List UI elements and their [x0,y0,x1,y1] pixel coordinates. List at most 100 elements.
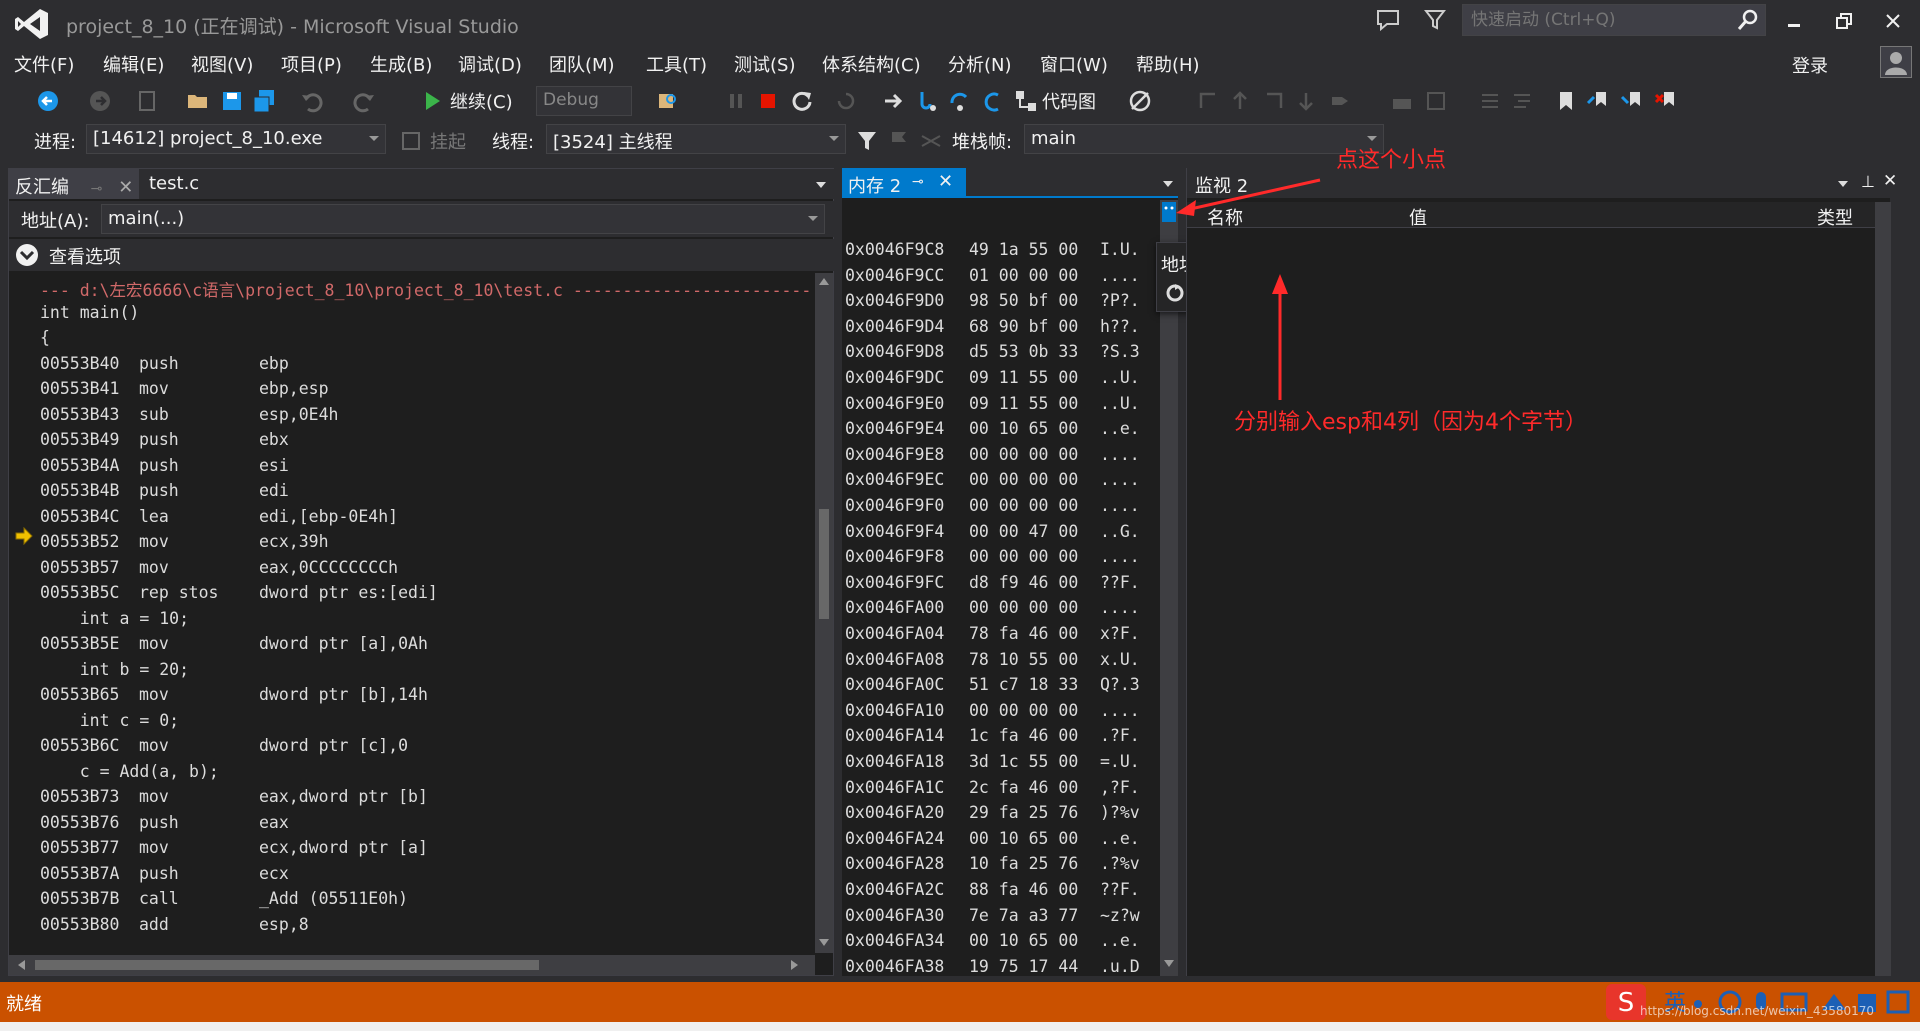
tab-memory-2[interactable]: 内存 2 ⊸ ✕ [842,168,966,198]
step-into-icon[interactable] [914,89,938,113]
scroll-thumb[interactable] [819,509,829,619]
toolbar-disabled-3-icon[interactable] [1262,89,1286,113]
toolbar-disabled-4-icon[interactable] [1294,89,1318,113]
find-in-files-icon[interactable] [656,89,680,113]
show-next-statement-icon[interactable] [882,89,906,113]
restore-button[interactable] [1821,6,1867,36]
memory-toolbar-toggle-button[interactable] [1162,202,1176,222]
tab-test-c[interactable]: test.c [143,169,205,199]
undo-icon[interactable] [300,89,324,113]
previous-bookmark-icon[interactable] [1586,89,1610,113]
quick-launch-input[interactable] [1471,8,1721,32]
menu-analyze[interactable]: 分析(N) [948,51,1012,77]
scroll-down-icon[interactable] [819,939,829,947]
menu-edit[interactable]: 编辑(E) [103,51,164,77]
menu-architecture[interactable]: 体系结构(C) [822,51,921,77]
thread-combo[interactable]: [3524] 主线程 [546,124,846,154]
navigate-back-icon[interactable] [36,89,60,113]
menu-project[interactable]: 项目(P) [281,51,342,77]
toolbar-disabled-5-icon[interactable] [1328,89,1352,113]
pin-icon[interactable]: ⊸ [912,174,924,190]
flag-threads-icon[interactable] [888,130,910,152]
diagnostic-tools-icon[interactable] [1128,89,1152,113]
pin-icon[interactable]: ⊥ [1861,172,1875,191]
step-over-icon[interactable] [948,89,972,113]
code-map-label[interactable]: 代码图 [1042,88,1096,114]
toolbar-disabled-1-icon[interactable] [1196,89,1220,113]
sign-in-link[interactable]: 登录 [1792,52,1828,78]
watch-vertical-scrollbar[interactable] [1875,202,1891,976]
menu-view[interactable]: 视图(V) [191,51,253,77]
show-threads-icon[interactable] [920,130,942,152]
filter-icon[interactable] [856,130,878,152]
save-all-icon[interactable] [252,89,276,113]
menu-window[interactable]: 窗口(W) [1040,51,1108,77]
suspend-label[interactable]: 挂起 [430,128,466,154]
new-project-icon[interactable] [136,89,160,113]
uncomment-icon[interactable] [1510,89,1534,113]
restart-icon[interactable] [790,89,814,113]
continue-debug-icon[interactable] [420,89,444,113]
account-avatar[interactable] [1880,46,1912,78]
next-bookmark-icon[interactable] [1620,89,1644,113]
toolbar-disabled-2-icon[interactable] [1228,89,1252,113]
save-icon[interactable] [220,89,244,113]
menu-help[interactable]: 帮助(H) [1136,51,1200,77]
scroll-right-icon[interactable] [791,960,799,970]
pin-icon[interactable]: ⊸ [91,181,103,197]
stack-frame-combo[interactable]: main [1024,124,1384,154]
column-type[interactable]: 类型 [1817,204,1853,230]
close-tab-icon[interactable]: ✕ [938,171,953,192]
tab-list-dropdown-icon[interactable] [815,181,827,189]
comment-out-icon[interactable] [1478,89,1502,113]
panel-menu-icon[interactable] [1837,180,1849,188]
code-vertical-scrollbar[interactable] [815,273,833,953]
scroll-left-icon[interactable] [17,960,25,970]
reevaluate-icon[interactable] [1165,283,1185,303]
scroll-down-icon[interactable] [1164,960,1174,968]
close-tab-icon[interactable]: ✕ [118,177,133,198]
navigate-forward-icon[interactable] [88,89,112,113]
tab-disassembly[interactable]: 反汇编 ⊸ ✕ [9,169,140,199]
clear-bookmarks-icon[interactable] [1654,89,1678,113]
expand-collapse-icon[interactable] [15,243,39,267]
continue-button-label[interactable]: 继续(C) [450,88,513,114]
solution-configuration-combo[interactable]: Debug [536,86,632,116]
apply-code-changes-icon[interactable] [834,89,858,113]
suspend-icon[interactable] [402,132,420,150]
search-icon[interactable] [1737,9,1759,31]
notification-filter-icon[interactable] [1424,8,1446,32]
bookmark-icon[interactable] [1554,89,1578,113]
scroll-up-icon[interactable] [819,277,829,285]
panel-menu-icon[interactable] [1162,180,1174,188]
close-window-button[interactable] [1870,6,1916,36]
tab-watch-2[interactable]: 监视 2 [1195,172,1248,198]
stop-debugging-icon[interactable] [756,89,780,113]
view-options-row[interactable]: 查看选项 [9,239,835,271]
minimize-button[interactable] [1771,6,1817,36]
column-name[interactable]: 名称 [1207,204,1243,230]
column-value[interactable]: 值 [1409,204,1427,230]
close-panel-icon[interactable]: ✕ [1883,171,1897,191]
toolbar-disabled-7-icon[interactable] [1424,89,1448,113]
process-combo[interactable]: [14612] project_8_10.exe [86,124,386,154]
menu-file[interactable]: 文件(F) [14,51,74,77]
view-options-label[interactable]: 查看选项 [49,243,121,269]
feedback-icon[interactable] [1375,8,1401,32]
memory-dump[interactable]: 0x0046F9C8 49 1a 55 00 I.U. 0x0046F9CC 01 00… [842,240,1162,974]
redo-icon[interactable] [352,89,376,113]
menu-team[interactable]: 团队(M) [549,51,615,77]
quick-launch-box[interactable] [1462,4,1766,36]
step-out-icon[interactable] [980,89,1004,113]
break-all-icon[interactable] [724,89,748,113]
menu-test[interactable]: 测试(S) [734,51,795,77]
menu-debug[interactable]: 调试(D) [458,51,522,77]
menu-tools[interactable]: 工具(T) [646,51,707,77]
scroll-thumb[interactable] [35,960,539,970]
disassembly-code[interactable]: --- d:\左宏6666\c语言\project_8_10\project_8… [9,273,809,953]
menu-build[interactable]: 生成(B) [370,51,432,77]
toolbar-disabled-6-icon[interactable] [1390,89,1414,113]
open-folder-icon[interactable] [186,89,210,113]
memory-vertical-scrollbar[interactable] [1160,200,1178,976]
code-map-icon[interactable] [1014,89,1038,113]
